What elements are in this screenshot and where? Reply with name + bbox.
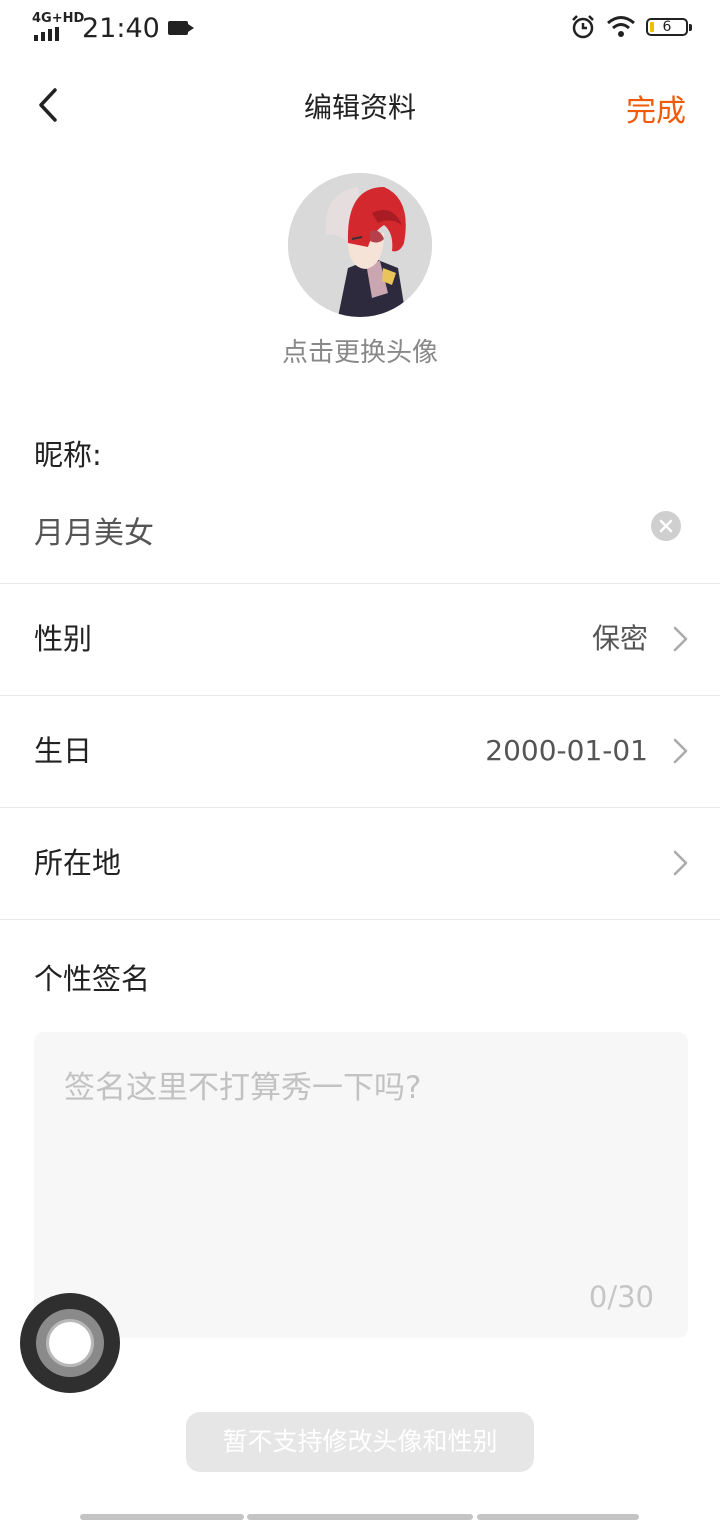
nav-bar-segment[interactable] — [247, 1514, 473, 1520]
wifi-icon — [607, 16, 635, 37]
signature-placeholder: 签名这里不打算秀一下吗? — [64, 1070, 422, 1106]
battery-level: 6 — [662, 19, 672, 35]
signature-char-count: 0/30 — [588, 1280, 654, 1314]
done-button[interactable]: 完成 — [626, 86, 686, 130]
birthday-row[interactable]: 生日 2000-01-01 — [0, 696, 720, 806]
gender-label: 性别 — [34, 622, 93, 656]
clear-nickname-button[interactable] — [651, 511, 681, 541]
network-type: 4G+HD — [32, 11, 85, 26]
toast-message: 暂不支持修改头像和性别 — [186, 1412, 534, 1472]
nav-bar-segment[interactable] — [80, 1514, 244, 1520]
status-time: 21:40 — [82, 12, 160, 44]
change-avatar-hint[interactable]: 点击更换头像 — [0, 332, 720, 369]
close-icon — [659, 519, 673, 533]
avatar[interactable] — [288, 173, 432, 317]
location-row[interactable]: 所在地 — [0, 808, 720, 918]
page-title: 编辑资料 — [303, 91, 416, 124]
nickname-label: 昵称: — [34, 438, 102, 472]
birthday-value: 2000-01-01 — [485, 734, 648, 767]
video-camera-icon — [167, 21, 194, 35]
chevron-right-icon — [673, 850, 688, 876]
signature-input[interactable]: 签名这里不打算秀一下吗? 0/30 — [34, 1032, 688, 1338]
assistive-touch-button[interactable] — [20, 1293, 120, 1393]
status-bar: 4G+HD 21:40 6 — [0, 0, 720, 56]
avatar-image — [288, 173, 432, 317]
gender-row[interactable]: 性别 保密 — [0, 584, 720, 694]
gender-value: 保密 — [591, 622, 648, 655]
chevron-right-icon — [673, 738, 688, 764]
nav-bar-segment[interactable] — [477, 1514, 639, 1520]
location-label: 所在地 — [34, 846, 122, 880]
battery-icon: 6 — [646, 18, 692, 36]
divider — [0, 919, 720, 920]
alarm-icon — [572, 15, 594, 39]
signature-label: 个性签名 — [34, 962, 151, 996]
top-bar: 编辑资料 完成 — [0, 56, 720, 156]
nickname-input[interactable]: 月月美女 — [34, 508, 154, 552]
birthday-label: 生日 — [34, 734, 93, 768]
signal-icon: 4G+HD — [32, 12, 84, 43]
chevron-right-icon — [673, 626, 688, 652]
